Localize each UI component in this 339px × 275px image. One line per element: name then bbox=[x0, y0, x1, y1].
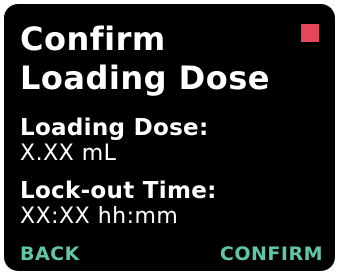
confirm-button[interactable]: CONFIRM bbox=[220, 242, 323, 266]
back-button[interactable]: BACK bbox=[20, 242, 80, 266]
page-title-line-2: Loading Dose bbox=[20, 59, 270, 97]
page-title: Confirm Loading Dose bbox=[20, 20, 270, 98]
loading-dose-label: Loading Dose: bbox=[20, 115, 209, 141]
lockout-time-value: XX:XX hh:mm bbox=[20, 204, 179, 229]
lockout-time-label: Lock-out Time: bbox=[20, 178, 217, 204]
status-square-icon bbox=[301, 24, 319, 42]
page-title-line-1: Confirm bbox=[20, 20, 166, 58]
loading-dose-value: X.XX mL bbox=[20, 141, 117, 166]
device-screen: Confirm Loading Dose Loading Dose: X.XX … bbox=[4, 4, 335, 271]
